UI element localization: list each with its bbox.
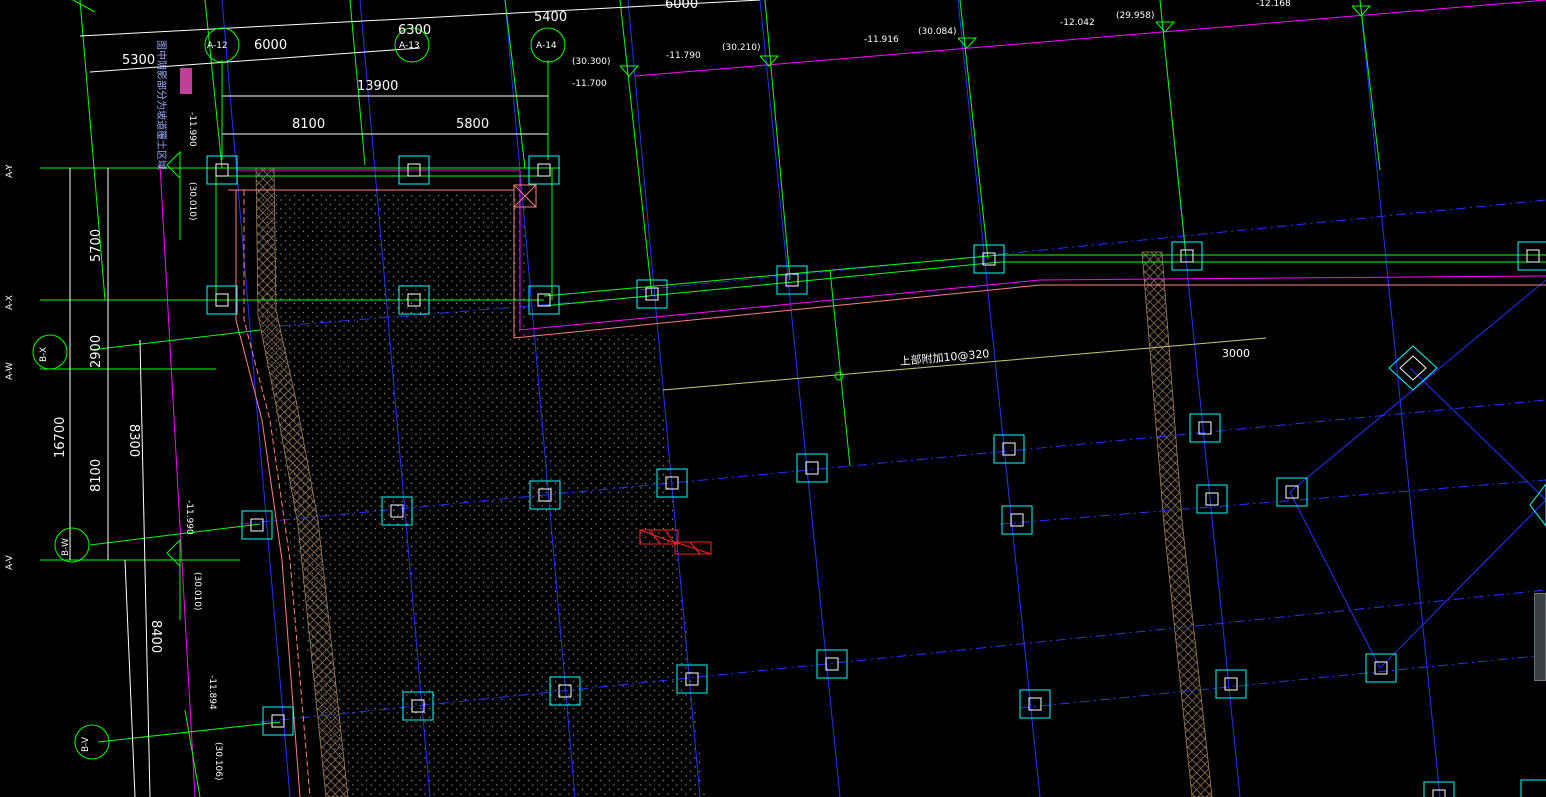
dim-2900: 2900 [89, 335, 104, 368]
note-swatch [180, 68, 192, 94]
elev-7: (30.300) [572, 57, 611, 67]
dim-6000: 6000 [254, 38, 287, 53]
axis-label-aw: A-W [5, 362, 15, 380]
dim-5800: 5800 [456, 117, 489, 132]
elev-3: -11.990 [184, 500, 194, 535]
dim-16700: 16700 [53, 417, 68, 458]
dim-5700: 5700 [89, 229, 104, 262]
dim-5300: 5300 [122, 53, 155, 68]
elev-6: (30.106) [213, 742, 223, 781]
axis-label-ax: A-X [5, 295, 15, 310]
elev-11: -11.916 [864, 35, 899, 45]
axis-label-a12: A-12 [207, 41, 228, 51]
elev-12: (30.084) [918, 27, 957, 37]
dim-top-6300: 6300 [398, 23, 431, 38]
dim-top-5400: 5400 [534, 10, 567, 25]
cad-drawing-canvas[interactable]: 6000 5400 6300 5300 6000 13900 8100 5800… [0, 0, 1546, 797]
axis-label-av: A-V [5, 554, 15, 570]
elev-14: (29.958) [1116, 11, 1155, 21]
elev-5: -11.894 [207, 675, 217, 710]
shaded-area-note: 图中阴影部分为坡道覆土区域 [155, 40, 168, 170]
elev-9: -11.790 [666, 51, 701, 61]
dim-top-6000: 6000 [665, 0, 698, 12]
dim-8100-left: 8100 [89, 459, 104, 492]
dim-3000: 3000 [1222, 347, 1250, 360]
elev-13: -12.042 [1060, 18, 1095, 28]
elev-10: (30.210) [722, 43, 761, 53]
axis-label-bw: B-W [61, 538, 71, 556]
dim-8400: 8400 [148, 620, 163, 653]
elev-2: (30.010) [187, 182, 197, 221]
axis-label-ay: A-Y [5, 164, 15, 178]
elev-4: (30.010) [192, 572, 202, 611]
axis-label-a14: A-14 [536, 41, 557, 51]
elev-8: -11.700 [572, 79, 607, 89]
dim-8100: 8100 [292, 117, 325, 132]
elev-15: -12.168 [1256, 0, 1291, 9]
elev-1: -11.990 [187, 112, 197, 147]
scrollbar-handle[interactable] [1534, 593, 1546, 681]
axis-label-a13: A-13 [399, 41, 420, 51]
axis-label-bx: B-X [39, 347, 49, 362]
axis-label-bv: B-V [81, 736, 91, 752]
dim-13900: 13900 [357, 79, 398, 94]
dim-8300: 8300 [126, 424, 141, 457]
